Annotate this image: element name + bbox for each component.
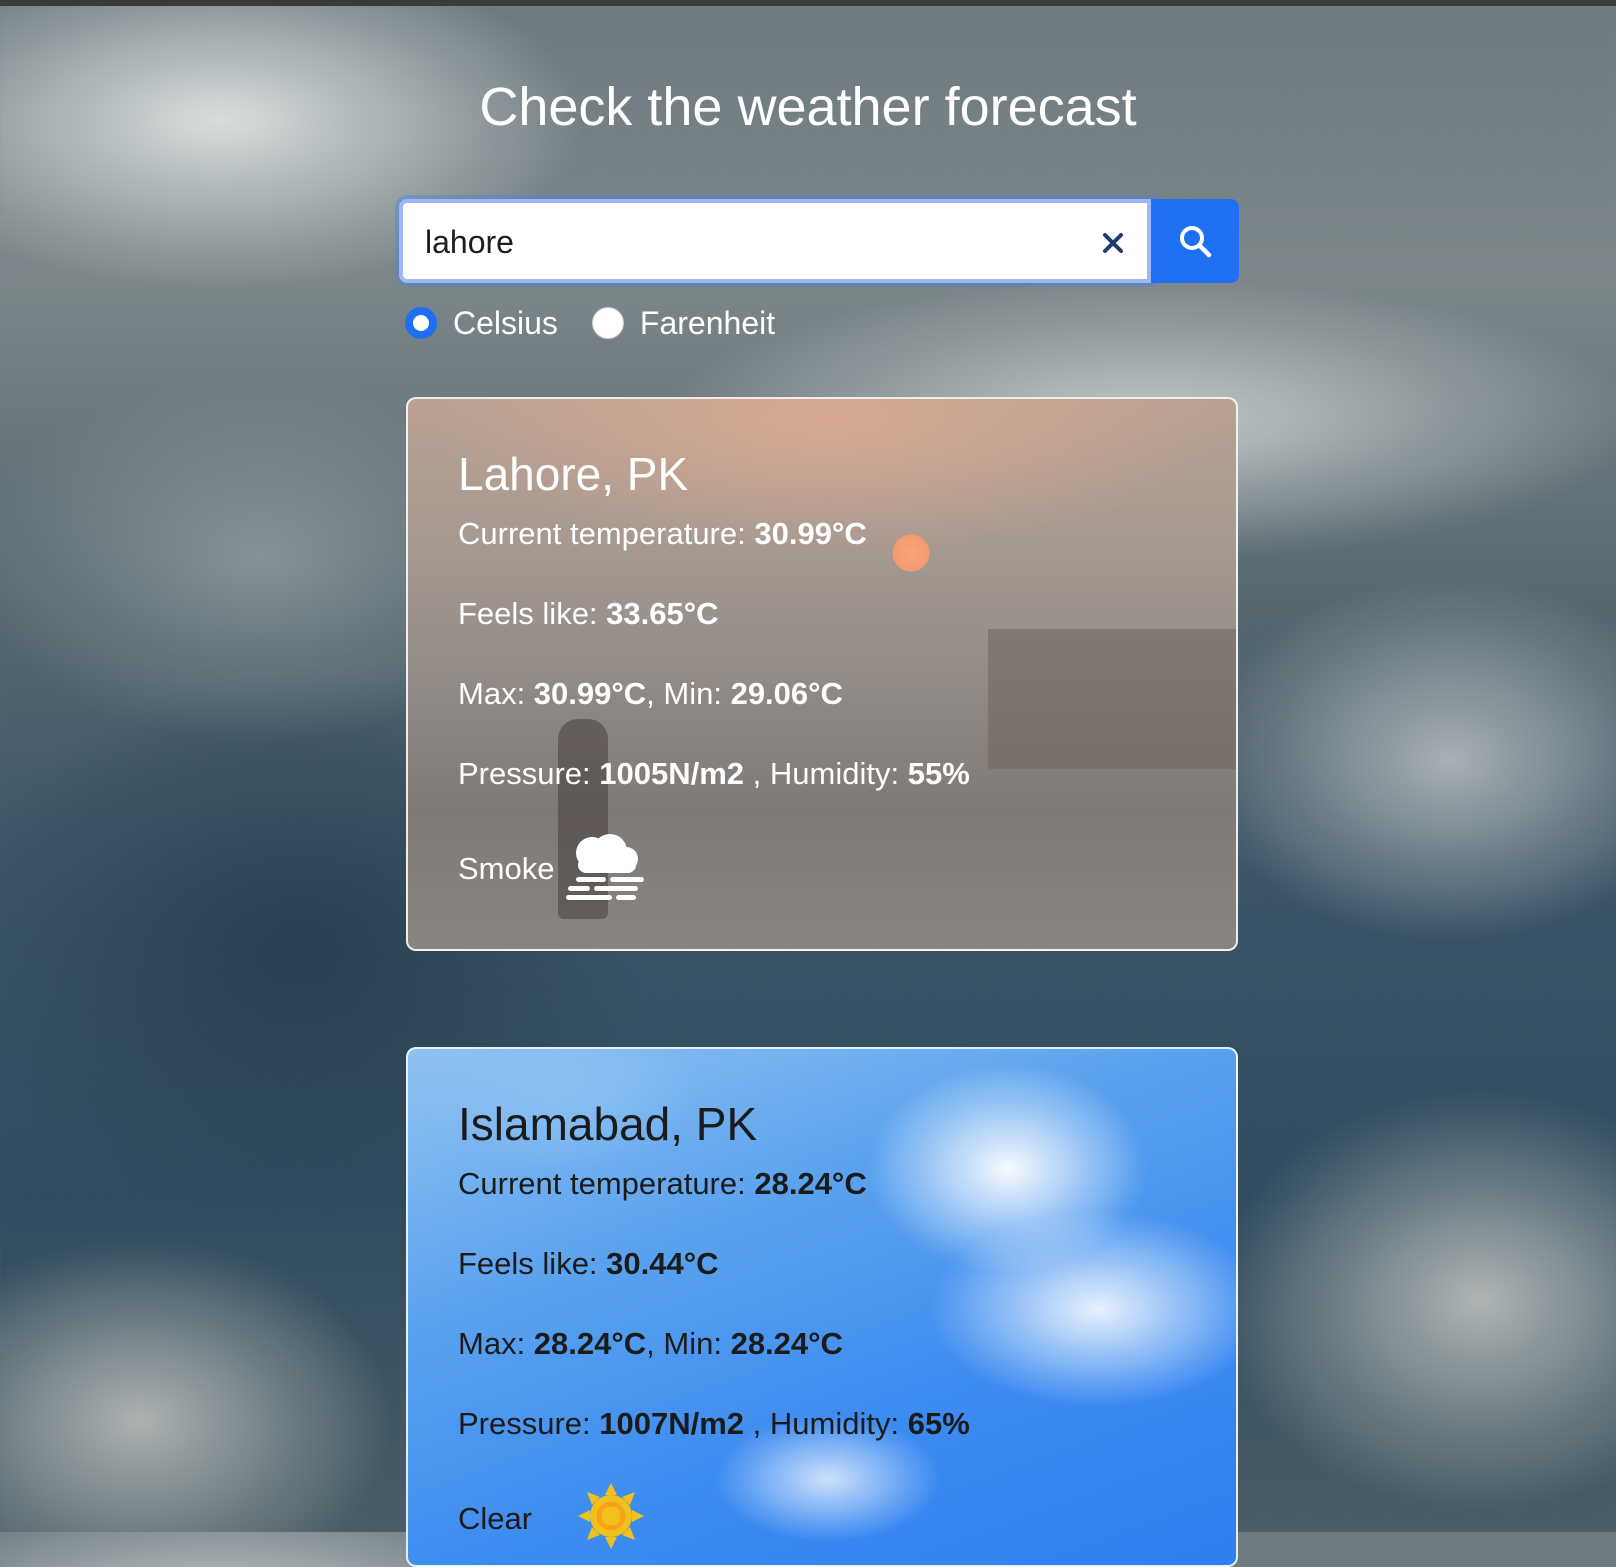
radio-unselected-indicator[interactable] — [591, 307, 624, 339]
current-temperature-value: 30.99°C — [754, 515, 867, 551]
feels-like-value: 30.44°C — [606, 1245, 719, 1281]
search-button[interactable] — [1151, 199, 1239, 283]
max-min: Max: 30.99°C, Min: 29.06°C — [458, 674, 1188, 754]
max-value: 28.24°C — [533, 1325, 647, 1361]
search-input[interactable] — [423, 217, 1067, 267]
pressure-humidity: Pressure: 1007N/m2 , Humidity: 65% — [458, 1404, 1188, 1484]
humidity-value: 65% — [907, 1405, 970, 1441]
pressure-label: Pressure: — [458, 755, 600, 791]
unit-selector: Celsius Farenheit — [405, 303, 809, 343]
smoke-fog-icon — [564, 831, 646, 906]
weather-card-lahore: Lahore, PK Current temperature: 30.99°C … — [406, 397, 1238, 951]
condition-label: Clear — [458, 1500, 533, 1536]
pressure-value: 1007N/m2 — [599, 1405, 745, 1441]
humidity-label: , Humidity: — [744, 1405, 908, 1441]
radio-celsius[interactable]: Celsius — [405, 305, 558, 342]
pressure-value: 1005N/m2 — [599, 755, 745, 791]
feels-like: Feels like: 33.65°C — [458, 594, 1188, 674]
pressure-label: Pressure: — [458, 1405, 600, 1441]
current-temperature-value: 28.24°C — [754, 1165, 867, 1201]
min-label: , Min: — [646, 675, 731, 711]
current-temperature: Current temperature: 30.99°C — [458, 514, 1188, 594]
sun-icon — [576, 1481, 646, 1556]
min-label: , Min: — [646, 1325, 731, 1361]
feels-like: Feels like: 30.44°C — [458, 1244, 1188, 1324]
weather-card-islamabad: Islamabad, PK Current temperature: 28.24… — [406, 1047, 1238, 1567]
search-bar — [399, 199, 1239, 283]
feels-like-label: Feels like: — [458, 1245, 607, 1281]
condition-label: Smoke — [458, 850, 555, 886]
max-label: Max: — [458, 675, 534, 711]
feels-like-value: 33.65°C — [606, 595, 719, 631]
humidity-label: , Humidity: — [744, 755, 908, 791]
page-title: Check the weather forecast — [479, 77, 1137, 137]
search-field[interactable] — [399, 199, 1151, 283]
pressure-humidity: Pressure: 1005N/m2 , Humidity: 55% — [458, 754, 1188, 834]
max-value: 30.99°C — [533, 675, 647, 711]
clear-search-button[interactable] — [1093, 223, 1133, 263]
feels-like-label: Feels like: — [458, 595, 607, 631]
current-temperature-label: Current temperature: — [458, 515, 755, 551]
radio-label-farenheit: Farenheit — [639, 304, 776, 341]
condition-row: Smoke — [458, 834, 1188, 904]
search-icon — [1180, 226, 1212, 258]
city-name: Islamabad, PK — [458, 1098, 758, 1150]
radio-farenheit[interactable]: Farenheit — [591, 304, 776, 342]
radio-selected-indicator[interactable] — [405, 307, 437, 339]
humidity-value: 55% — [907, 755, 970, 791]
condition-row: Clear — [458, 1481, 1188, 1556]
max-min: Max: 28.24°C, Min: 28.24°C — [458, 1324, 1188, 1404]
current-temperature-label: Current temperature: — [458, 1165, 755, 1201]
current-temperature: Current temperature: 28.24°C — [458, 1164, 1188, 1244]
close-icon — [1103, 233, 1123, 253]
max-label: Max: — [458, 1325, 534, 1361]
min-value: 29.06°C — [730, 675, 843, 711]
min-value: 28.24°C — [730, 1325, 843, 1361]
browser-top-edge — [0, 0, 1616, 6]
radio-label-celsius: Celsius — [453, 304, 558, 341]
city-name: Lahore, PK — [458, 448, 689, 500]
